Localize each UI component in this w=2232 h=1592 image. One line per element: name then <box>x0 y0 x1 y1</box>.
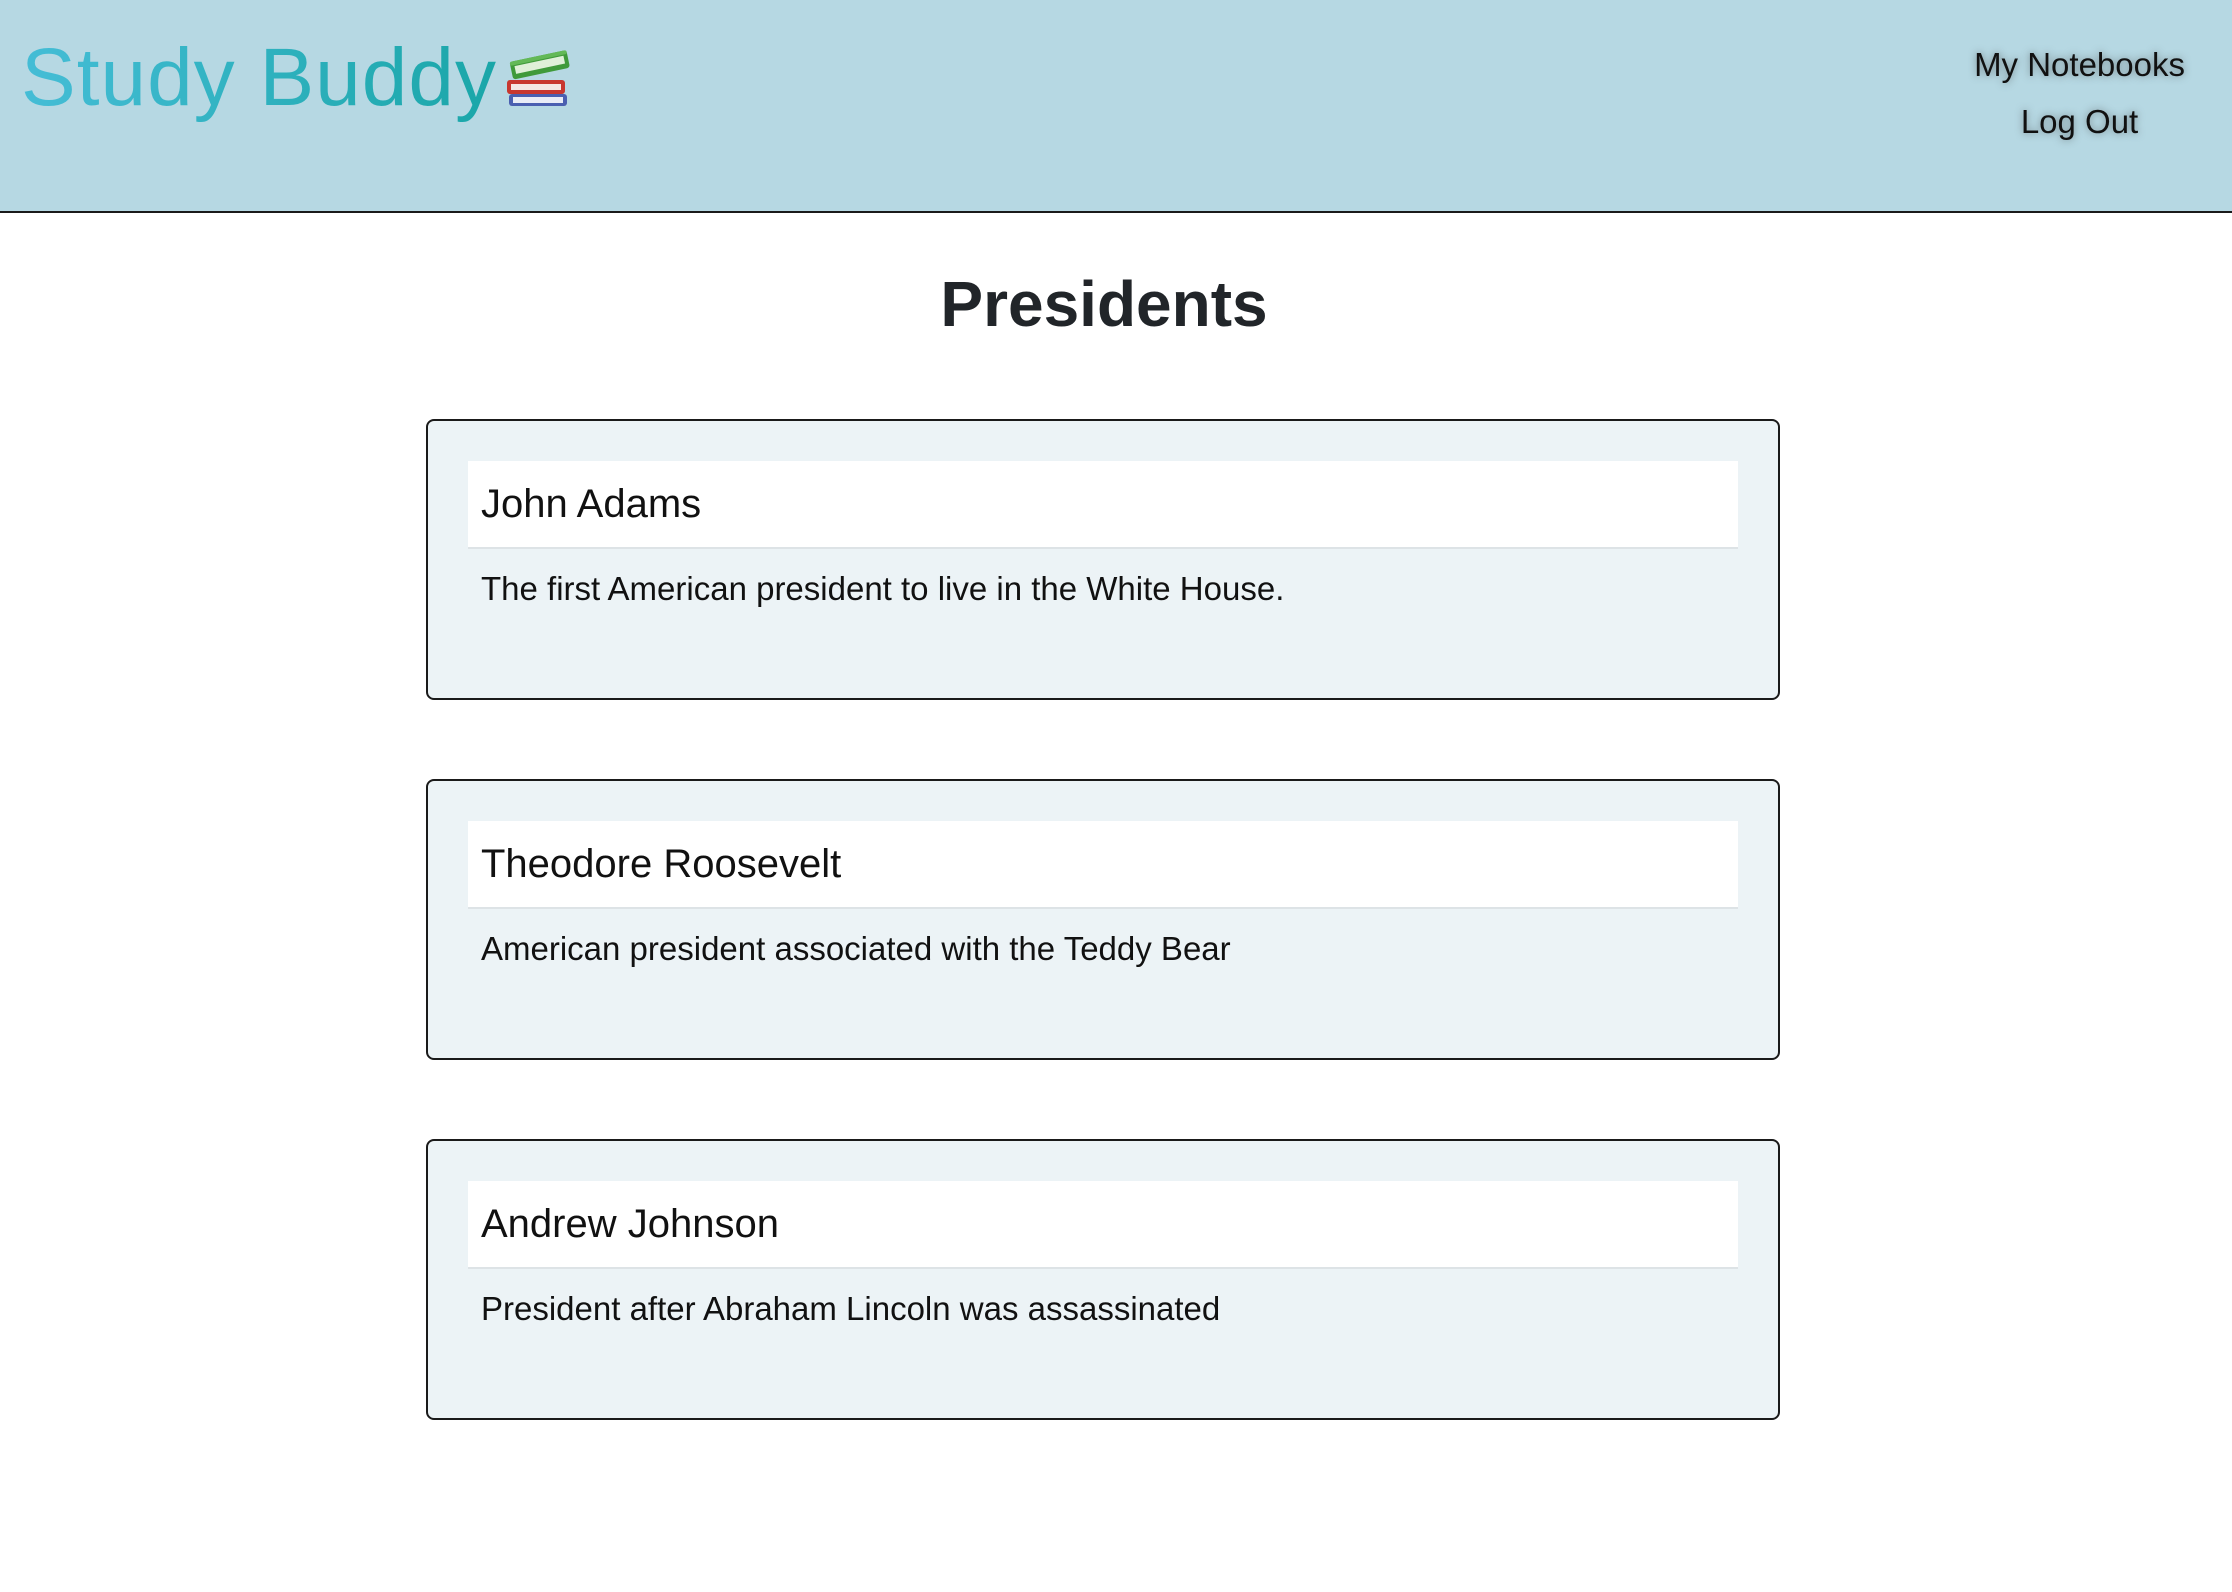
brand-logo-link[interactable]: Study Buddy <box>21 28 575 128</box>
main-nav: My Notebooks Log Out <box>1974 36 2185 150</box>
top-header: Study Buddy My Notebooks Log Out <box>0 0 2232 213</box>
page-title: Presidents <box>940 268 1268 340</box>
flashcard[interactable]: Theodore Roosevelt American president as… <box>426 779 1780 1060</box>
flashcard-definition: American president associated with the T… <box>481 930 1231 967</box>
brand-title: Study Buddy <box>21 28 497 128</box>
flashcard-header: Andrew Johnson <box>468 1181 1738 1269</box>
flashcard-list: John Adams The first American president … <box>426 419 1780 1499</box>
log-out-link[interactable]: Log Out <box>2021 93 2138 150</box>
flashcard-header: John Adams <box>468 461 1738 549</box>
flashcard[interactable]: Andrew Johnson President after Abraham L… <box>426 1139 1780 1420</box>
flashcard[interactable]: John Adams The first American president … <box>426 419 1780 700</box>
flashcard-term: Andrew Johnson <box>481 1201 779 1246</box>
books-icon <box>506 50 570 106</box>
flashcard-header: Theodore Roosevelt <box>468 821 1738 909</box>
flashcard-definition: President after Abraham Lincoln was assa… <box>481 1290 1221 1327</box>
flashcard-term: John Adams <box>481 481 702 526</box>
flashcard-term: Theodore Roosevelt <box>481 841 842 886</box>
my-notebooks-link[interactable]: My Notebooks <box>1974 36 2185 93</box>
flashcard-definition: The first American president to live in … <box>481 570 1285 607</box>
